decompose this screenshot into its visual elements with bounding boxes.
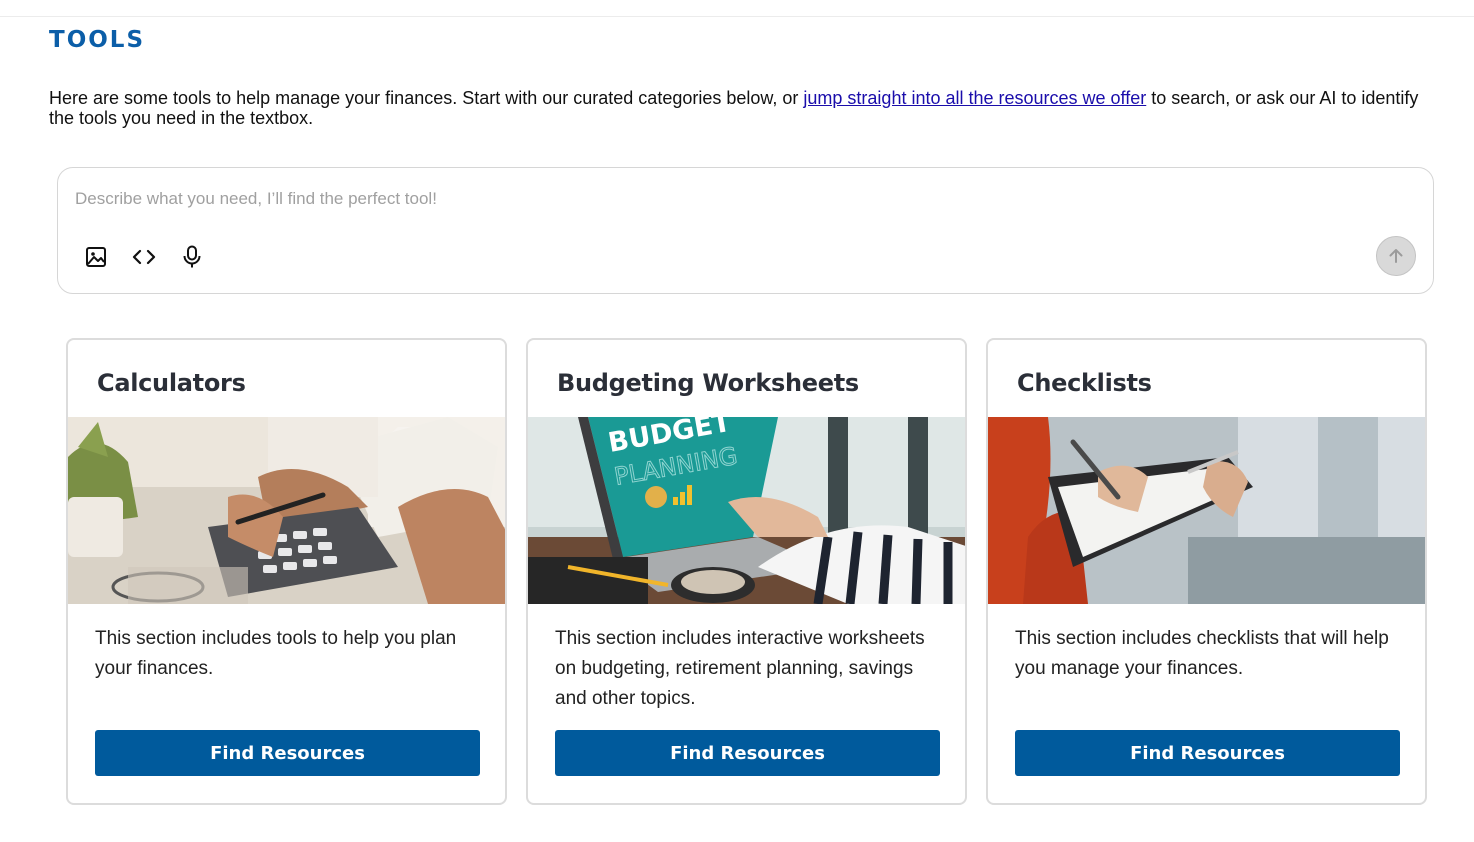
- card-checklists: Checklists This section includes checkli…: [986, 338, 1427, 805]
- card-title: Budgeting Worksheets: [557, 369, 859, 397]
- card-budgeting-worksheets: Budgeting Worksheets BUDGET PLANNING Thi…: [526, 338, 967, 805]
- page-title: TOOLS: [49, 27, 146, 53]
- top-divider: [0, 16, 1474, 17]
- code-icon[interactable]: [131, 244, 157, 270]
- ai-search-input[interactable]: [75, 186, 1275, 212]
- card-title: Checklists: [1017, 369, 1152, 397]
- intro-text: Here are some tools to help manage your …: [49, 88, 1439, 128]
- card-description: This section includes tools to help you …: [95, 628, 457, 679]
- card-image-budgeting: BUDGET PLANNING: [528, 417, 965, 604]
- find-resources-button[interactable]: Find Resources: [95, 730, 480, 776]
- card-description: This section includes interactive worksh…: [555, 628, 925, 709]
- microphone-icon[interactable]: [179, 244, 205, 270]
- all-resources-link[interactable]: jump straight into all the resources we …: [803, 88, 1146, 108]
- send-button[interactable]: [1376, 236, 1416, 276]
- image-icon[interactable]: [83, 244, 109, 270]
- ai-search-box: [57, 167, 1434, 294]
- card-image-checklists: [988, 417, 1425, 604]
- find-resources-button[interactable]: Find Resources: [1015, 730, 1400, 776]
- find-resources-button[interactable]: Find Resources: [555, 730, 940, 776]
- arrow-up-icon: [1389, 249, 1403, 263]
- card-title: Calculators: [97, 369, 246, 397]
- card-description: This section includes checklists that wi…: [1015, 628, 1389, 679]
- card-image-calculators: [68, 417, 505, 604]
- card-calculators: Calculators This section includes tools …: [66, 338, 507, 805]
- intro-text-start: Here are some tools to help manage your …: [49, 88, 804, 108]
